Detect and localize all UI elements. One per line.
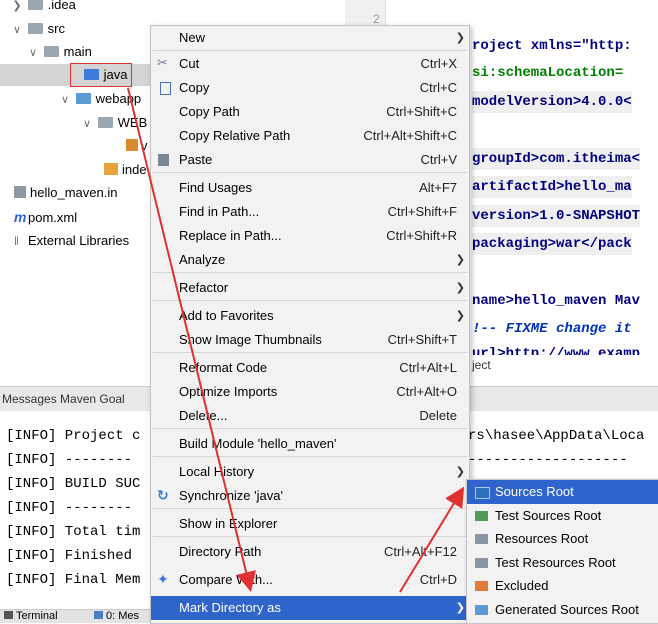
annotation-arrow-1	[127, 87, 256, 592]
annotation-arrow-2	[399, 486, 465, 593]
annotation-arrows	[127, 87, 465, 593]
